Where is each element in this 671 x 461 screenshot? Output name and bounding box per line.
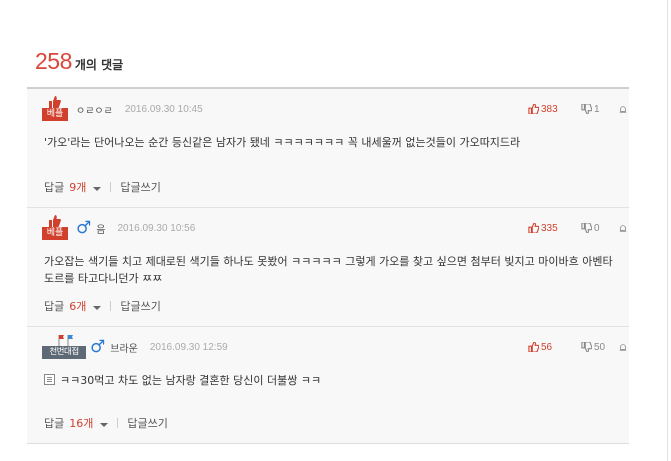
thumbs-up-icon (49, 96, 61, 108)
siren-icon (619, 344, 627, 351)
comment-nickname[interactable]: 브라운 (110, 340, 138, 355)
downvote-count: 50 (594, 341, 606, 353)
reply-count: 6개 (69, 300, 87, 313)
downvote-count: 0 (594, 222, 600, 234)
thumbs-up-icon (528, 223, 539, 233)
champion-badge-label: 천번대접 (42, 346, 86, 359)
reply-label: 답글 (44, 417, 65, 430)
reply-label: 답글 (44, 181, 65, 194)
best-badge-label: 베플 (42, 108, 68, 121)
comment-text: '가오'라는 단어나오는 순간 등신같은 남자가 됐네 ㅋㅋㅋㅋㅋㅋㅋ 꼭 내세… (44, 136, 521, 149)
divider (117, 418, 119, 428)
thumbs-down-icon (581, 223, 592, 233)
best-badge: 베플 (42, 96, 68, 122)
reply-label: 답글 (44, 300, 65, 313)
downvote-count: 1 (594, 103, 600, 115)
reply-toggle[interactable]: 답글 16개 (44, 415, 109, 431)
comment-text: 가오잡는 색기들 치고 제대로된 색기들 하나도 못봤어 ㅋㅋㅋㅋㅋ 그렇게 가… (44, 255, 613, 285)
report-button[interactable] (619, 104, 629, 114)
siren-icon (619, 225, 627, 232)
report-button[interactable] (619, 223, 629, 233)
chevron-down-icon (93, 306, 102, 310)
comment-votes: 383 1 (528, 96, 629, 122)
comment-actions: 답글 16개 답글쓰기 (44, 415, 168, 431)
comment-votes: 335 0 (528, 215, 629, 241)
write-reply-link[interactable]: 답글쓰기 (120, 179, 160, 195)
upvote-count: 335 (541, 222, 558, 234)
chevron-down-icon (100, 423, 109, 427)
write-reply-link[interactable]: 답글쓰기 (120, 298, 160, 314)
downvote-button[interactable]: 1 (581, 104, 619, 115)
comment-actions: 답글 6개 답글쓰기 (44, 298, 161, 314)
champion-badge: 천번대접 (42, 334, 86, 360)
reply-count: 16개 (69, 417, 94, 430)
comment-list: 베플 ㅇㄹㅇㄹ 2016.09.30 10:45 383 1 '가오'라는 단어… (27, 87, 629, 444)
comment-item: 베플 ㅇㄹㅇㄹ 2016.09.30 10:45 383 1 '가오'라는 단어… (27, 89, 629, 208)
write-reply-link[interactable]: 답글쓰기 (127, 415, 167, 431)
upvote-button[interactable]: 383 (528, 104, 581, 115)
upvote-button[interactable]: 56 (528, 342, 581, 353)
page-right-border (667, 0, 668, 461)
downvote-button[interactable]: 50 (581, 342, 619, 353)
upvote-count: 383 (541, 103, 558, 115)
comment-votes: 56 50 (528, 334, 629, 360)
upvote-button[interactable]: 335 (528, 223, 581, 234)
comment-count-header: 258 개의 댓글 (35, 48, 123, 78)
thumbs-down-icon (581, 342, 592, 352)
best-badge: 베플 (42, 215, 68, 241)
comment-count: 258 (35, 48, 72, 74)
comment-item: 천번대접 ♂ 브라운 2016.09.30 12:59 56 50 ㅋㅋ30먹고… (27, 327, 629, 443)
flags-icon (58, 335, 73, 346)
upvote-count: 56 (541, 341, 553, 353)
document-icon (44, 374, 55, 385)
thumbs-up-icon (528, 104, 539, 114)
comment-body: ㅋㅋ30먹고 차도 없는 남자랑 결혼한 당신이 더불쌍 ㅋㅋ (44, 372, 619, 389)
divider (110, 301, 112, 311)
best-badge-label: 베플 (42, 227, 68, 240)
thumbs-up-icon (528, 342, 539, 352)
male-icon: ♂ (76, 217, 92, 238)
comment-item: 베플 ♂ 음 2016.09.30 10:56 335 0 가오잡는 색기들 치… (27, 208, 629, 327)
thumbs-down-icon (581, 104, 592, 114)
reply-toggle[interactable]: 답글 9개 (44, 179, 102, 195)
divider (110, 182, 112, 192)
report-button[interactable] (619, 342, 629, 352)
downvote-button[interactable]: 0 (581, 223, 619, 234)
siren-icon (619, 106, 627, 113)
comment-date: 2016.09.30 10:45 (124, 103, 203, 115)
male-icon: ♂ (90, 336, 106, 357)
thumbs-up-icon (49, 215, 61, 227)
comment-date: 2016.09.30 12:59 (149, 341, 228, 353)
comment-nickname[interactable]: 음 (96, 221, 105, 236)
comment-date: 2016.09.30 10:56 (117, 222, 196, 234)
comment-text: ㅋㅋ30먹고 차도 없는 남자랑 결혼한 당신이 더불쌍 ㅋㅋ (60, 374, 322, 387)
chevron-down-icon (93, 187, 102, 191)
comment-actions: 답글 9개 답글쓰기 (44, 179, 161, 195)
reply-count: 9개 (69, 181, 87, 194)
comment-nickname[interactable]: ㅇㄹㅇㄹ (76, 102, 113, 117)
comment-count-label: 개의 댓글 (74, 58, 124, 72)
reply-toggle[interactable]: 답글 6개 (44, 298, 102, 314)
